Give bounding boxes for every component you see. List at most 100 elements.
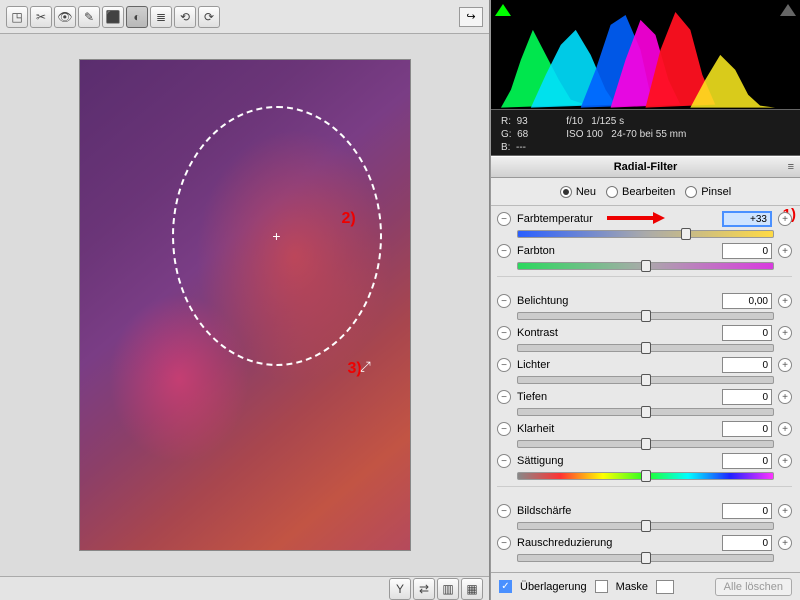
info-readout: R: 93 G: 68 B: --- f/10 1/125 s ISO 100 …	[491, 110, 800, 156]
lichter-knob[interactable]	[641, 374, 651, 386]
bildschaerfe-value[interactable]	[722, 503, 772, 519]
farbton-track[interactable]	[517, 262, 774, 270]
tiefen-value[interactable]	[722, 389, 772, 405]
slider-belichtung: − Belichtung +	[497, 292, 792, 320]
farbtemperatur-knob[interactable]	[681, 228, 691, 240]
slider-saettigung: − Sättigung +	[497, 452, 792, 480]
rauschreduzierung-track[interactable]	[517, 554, 774, 562]
farbtemperatur-minus[interactable]: −	[497, 212, 511, 226]
tiefen-label: Tiefen	[517, 391, 716, 403]
footer-toolbar: Y ⇄ ▥ ▦	[0, 576, 489, 600]
tool-8[interactable]: ⟳	[198, 6, 220, 28]
tool-3[interactable]: ✎	[78, 6, 100, 28]
belichtung-track[interactable]	[517, 312, 774, 320]
saettigung-track[interactable]	[517, 472, 774, 480]
slider-farbton: − Farbton +	[497, 242, 792, 270]
overlay-label: Überlagerung	[520, 581, 587, 593]
kontrast-knob[interactable]	[641, 342, 651, 354]
mode-row: Neu Bearbeiten Pinsel	[491, 178, 800, 206]
slider-farbtemperatur: − Farbtemperatur +	[497, 210, 792, 238]
farbton-plus[interactable]: +	[778, 244, 792, 258]
belichtung-minus[interactable]: −	[497, 294, 511, 308]
tool-7[interactable]: ⟲	[174, 6, 196, 28]
tool-0[interactable]: ◳	[6, 6, 28, 28]
farbton-value[interactable]	[722, 243, 772, 259]
klarheit-plus[interactable]: +	[778, 422, 792, 436]
tool-5[interactable]: ◐	[126, 6, 148, 28]
belichtung-label: Belichtung	[517, 295, 716, 307]
farbton-knob[interactable]	[641, 260, 651, 272]
saettigung-knob[interactable]	[641, 470, 651, 482]
lichter-value[interactable]	[722, 357, 772, 373]
farbtemperatur-plus[interactable]: +	[778, 212, 792, 226]
rauschreduzierung-plus[interactable]: +	[778, 536, 792, 550]
mode-neu[interactable]: Neu	[560, 186, 596, 198]
saettigung-minus[interactable]: −	[497, 454, 511, 468]
tiefen-knob[interactable]	[641, 406, 651, 418]
lichter-minus[interactable]: −	[497, 358, 511, 372]
kontrast-track[interactable]	[517, 344, 774, 352]
saettigung-label: Sättigung	[517, 455, 716, 467]
lichter-label: Lichter	[517, 359, 716, 371]
swap-button[interactable]: ⇄	[413, 578, 435, 600]
kontrast-value[interactable]	[722, 325, 772, 341]
tiefen-minus[interactable]: −	[497, 390, 511, 404]
mask-checkbox[interactable]	[595, 580, 608, 593]
tool-2[interactable]: 👁	[54, 6, 76, 28]
bildschaerfe-plus[interactable]: +	[778, 504, 792, 518]
radial-selection[interactable]	[172, 106, 382, 366]
mode-pinsel[interactable]: Pinsel	[685, 186, 731, 198]
compare-y-button[interactable]: Y	[389, 578, 411, 600]
slider-kontrast: − Kontrast +	[497, 324, 792, 352]
rauschreduzierung-value[interactable]	[722, 535, 772, 551]
farbtemperatur-value[interactable]	[722, 211, 772, 227]
exit-button[interactable]: ↪	[459, 7, 483, 27]
slider-lichter: − Lichter +	[497, 356, 792, 384]
annotation-2: 2)	[342, 210, 356, 228]
lichter-plus[interactable]: +	[778, 358, 792, 372]
klarheit-value[interactable]	[722, 421, 772, 437]
farbtemperatur-track[interactable]	[517, 230, 774, 238]
histogram[interactable]	[491, 0, 800, 110]
panel-header: Radial-Filter ≡	[491, 156, 800, 178]
panel-menu-icon[interactable]: ≡	[788, 161, 794, 173]
belichtung-plus[interactable]: +	[778, 294, 792, 308]
bildschaerfe-knob[interactable]	[641, 520, 651, 532]
lichter-track[interactable]	[517, 376, 774, 384]
toggle-button[interactable]: ▥	[437, 578, 459, 600]
bildschaerfe-track[interactable]	[517, 522, 774, 530]
annotation-3: 3)	[348, 360, 362, 378]
kontrast-minus[interactable]: −	[497, 326, 511, 340]
canvas[interactable]: ⤢ 2) 3)	[0, 34, 489, 576]
rauschreduzierung-minus[interactable]: −	[497, 536, 511, 550]
kontrast-plus[interactable]: +	[778, 326, 792, 340]
toolbar: ◳✂👁✎⬛◐≣⟲⟳ ↪	[0, 0, 489, 34]
tool-1[interactable]: ✂	[30, 6, 52, 28]
saettigung-value[interactable]	[722, 453, 772, 469]
rauschreduzierung-label: Rauschreduzierung	[517, 537, 716, 549]
tool-4[interactable]: ⬛	[102, 6, 124, 28]
tool-6[interactable]: ≣	[150, 6, 172, 28]
belichtung-value[interactable]	[722, 293, 772, 309]
overlay-checkbox[interactable]: ✓	[499, 580, 512, 593]
klarheit-knob[interactable]	[641, 438, 651, 450]
saettigung-plus[interactable]: +	[778, 454, 792, 468]
bildschaerfe-minus[interactable]: −	[497, 504, 511, 518]
klarheit-label: Klarheit	[517, 423, 716, 435]
klarheit-minus[interactable]: −	[497, 422, 511, 436]
tiefen-track[interactable]	[517, 408, 774, 416]
farbton-minus[interactable]: −	[497, 244, 511, 258]
grid-button[interactable]: ▦	[461, 578, 483, 600]
belichtung-knob[interactable]	[641, 310, 651, 322]
mode-bearbeiten[interactable]: Bearbeiten	[606, 186, 675, 198]
bottom-bar: ✓ Überlagerung Maske Alle löschen	[491, 572, 800, 600]
klarheit-track[interactable]	[517, 440, 774, 448]
tiefen-plus[interactable]: +	[778, 390, 792, 404]
sliders-panel: 1) − Farbtemperatur + − Farbton +	[491, 206, 800, 572]
slider-rauschreduzierung: − Rauschreduzierung +	[497, 534, 792, 562]
clear-all-button[interactable]: Alle löschen	[715, 578, 792, 596]
mask-color-swatch[interactable]	[656, 580, 674, 594]
slider-klarheit: − Klarheit +	[497, 420, 792, 448]
farbton-label: Farbton	[517, 245, 716, 257]
rauschreduzierung-knob[interactable]	[641, 552, 651, 564]
